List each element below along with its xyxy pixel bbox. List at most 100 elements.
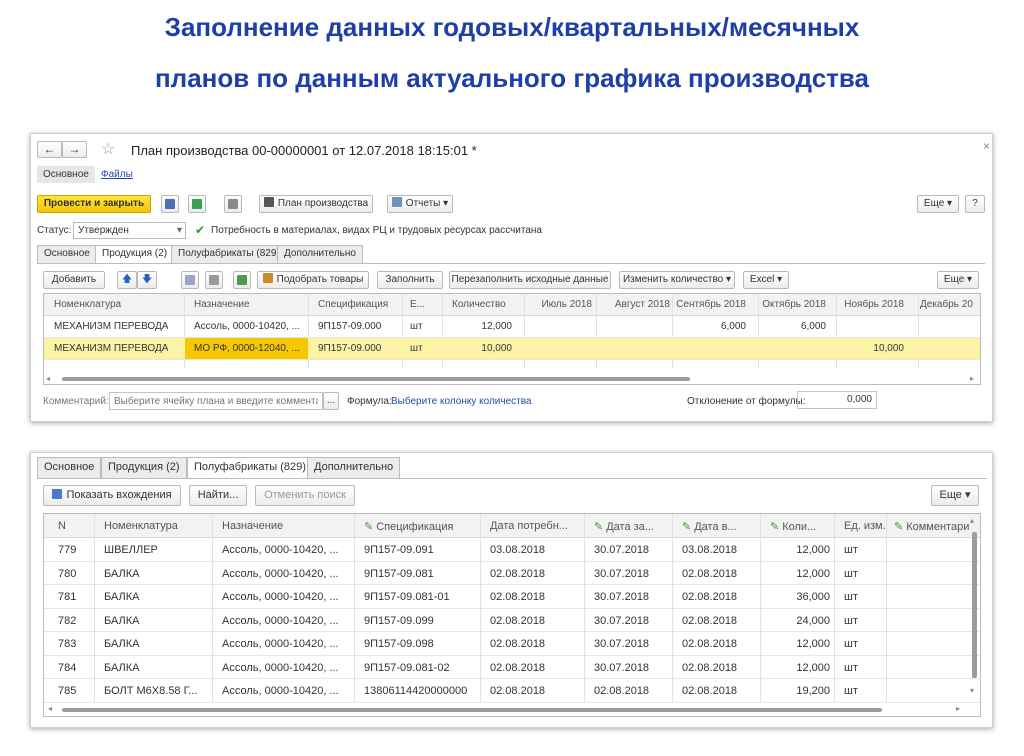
status-select[interactable]: Утвержден ▾ <box>73 222 186 239</box>
cell-release-date: 02.08.2018 <box>682 614 738 627</box>
tab-main-top[interactable]: Основное <box>37 166 95 183</box>
fill-button[interactable]: Заполнить <box>377 271 443 289</box>
favorite-star-icon[interactable]: ☆ <box>101 139 115 159</box>
formula-link[interactable]: Выберите колонку количества <box>391 396 531 407</box>
table-fill-icon[interactable] <box>233 271 251 289</box>
post-document-icon[interactable] <box>188 195 206 213</box>
pencil-icon: ✎ <box>894 521 904 533</box>
forward-button[interactable]: → <box>62 141 87 158</box>
scroll-left-arrow-icon[interactable]: ◂ <box>46 374 50 383</box>
reports-button[interactable]: Отчеты ▾ <box>387 195 453 213</box>
excel-button[interactable]: Excel ▾ <box>743 271 789 289</box>
vertical-scrollbar[interactable] <box>972 532 977 678</box>
deviation-field[interactable]: 0,000 <box>797 391 877 409</box>
save-icon[interactable] <box>161 195 179 213</box>
table-row[interactable]: 785 БОЛТ М6Х8.58 Г... Ассоль, 0000-10420, … <box>44 679 980 703</box>
scroll-up-arrow-icon[interactable]: ▴ <box>970 516 974 525</box>
grid-more-button[interactable]: Еще ▾ <box>937 271 979 289</box>
col-sep-2018[interactable]: Сентябрь 2018 <box>674 299 746 310</box>
change-quantity-button[interactable]: Изменить количество ▾ <box>619 271 735 289</box>
horizontal-scrollbar[interactable] <box>62 708 882 712</box>
tab-products[interactable]: Продукция (2) <box>101 457 187 478</box>
print-plan-button[interactable]: План производства <box>259 195 373 213</box>
col-unit[interactable]: Ед. изм. <box>844 520 886 532</box>
move-up-icon[interactable]: 🡅 <box>117 271 137 289</box>
col-oct-2018[interactable]: Октябрь 2018 <box>754 299 826 310</box>
col-quantity[interactable]: ✎ Коли... <box>770 520 816 533</box>
table-row[interactable]: МЕХАНИЗМ ПЕРЕВОДА Ассоль, 0000-10420, ..… <box>44 316 980 338</box>
col-purpose[interactable]: Назначение <box>222 520 283 532</box>
col-quantity-label: Коли... <box>782 521 817 533</box>
scroll-right-arrow-icon[interactable]: ▸ <box>970 374 974 383</box>
tab-products[interactable]: Продукция (2) <box>95 245 175 264</box>
add-button[interactable]: Добавить <box>43 271 105 289</box>
cancel-search-button[interactable]: Отменить поиск <box>255 485 355 506</box>
tab-additional[interactable]: Дополнительно <box>277 245 363 263</box>
tab-main[interactable]: Основное <box>37 457 102 478</box>
col-specification[interactable]: Спецификация <box>318 299 388 310</box>
col-nov-2018[interactable]: Ноябрь 2018 <box>832 299 904 310</box>
cell-specification: 9П157-09.081 <box>364 567 434 580</box>
col-specification[interactable]: ✎ Спецификация <box>364 520 453 533</box>
col-unit[interactable]: Е... <box>410 299 425 310</box>
col-number[interactable]: N <box>58 520 66 532</box>
document-list-icon[interactable] <box>224 195 242 213</box>
scroll-right-arrow-icon[interactable]: ▸ <box>956 704 960 713</box>
help-button[interactable]: ? <box>965 195 985 213</box>
more-button[interactable]: Еще ▾ <box>917 195 959 213</box>
cell-unit: шт <box>844 544 858 556</box>
table-row[interactable]: 782 БАЛКА Ассоль, 0000-10420, ... 9П157-09.… <box>44 609 980 632</box>
cell-number: 781 <box>58 591 77 603</box>
col-launch-date-label: Дата за... <box>606 521 654 533</box>
move-down-icon[interactable]: 🡇 <box>137 271 157 289</box>
table-row-selected[interactable]: МЕХАНИЗМ ПЕРЕВОДА МО РФ, 0000-12040, ...… <box>44 338 980 360</box>
table-row[interactable]: 784 БАЛКА Ассоль, 0000-10420, ... 9П157-09.… <box>44 656 980 679</box>
tab-additional[interactable]: Дополнительно <box>307 457 401 478</box>
tab-divider <box>37 478 987 479</box>
cell-release-date: 02.08.2018 <box>682 638 738 650</box>
col-purpose[interactable]: Назначение <box>194 299 250 310</box>
col-need-date[interactable]: Дата потребн... <box>490 520 568 532</box>
table-row[interactable]: 780 БАЛКА Ассоль, 0000-10420, ... 9П157-09.… <box>44 562 980 585</box>
more-button[interactable]: Еще ▾ <box>931 485 979 506</box>
tab-files[interactable]: Файлы <box>101 169 133 180</box>
copy-icon[interactable] <box>181 271 199 289</box>
col-aug-2018[interactable]: Август 2018 <box>596 299 670 310</box>
cell-oct-2018: 6,000 <box>800 321 826 332</box>
col-quantity[interactable]: Количество <box>452 299 506 310</box>
cell-nomenclature: БАЛКА <box>104 614 140 627</box>
close-icon[interactable]: × <box>983 139 990 153</box>
find-button[interactable]: Найти... <box>189 485 247 506</box>
col-release-date[interactable]: ✎ Дата в... <box>682 520 737 533</box>
col-dec-2018[interactable]: Декабрь 20 <box>920 299 973 310</box>
comment-select-button[interactable]: ... <box>323 392 339 410</box>
col-launch-date[interactable]: ✎ Дата за... <box>594 520 654 533</box>
col-nomenclature[interactable]: Номенклатура <box>54 299 121 310</box>
pick-products-button[interactable]: Подобрать товары <box>257 271 369 289</box>
post-and-close-button[interactable]: Провести и закрыть <box>37 195 151 213</box>
cell-release-date: 02.08.2018 <box>682 661 738 674</box>
table-row[interactable]: 781 БАЛКА Ассоль, 0000-10420, ... 9П157-09.… <box>44 585 980 609</box>
table-row[interactable]: 783 БАЛКА Ассоль, 0000-10420, ... 9П157-09.… <box>44 632 980 656</box>
tab-main[interactable]: Основное <box>37 245 97 263</box>
refill-source-button[interactable]: Перезаполнить исходные данные <box>449 271 611 289</box>
cell-specification: 9П157-09.099 <box>364 614 434 627</box>
delete-icon[interactable] <box>205 271 223 289</box>
table-row[interactable]: 779 ШВЕЛЛЕР Ассоль, 0000-10420, ... 9П157-0… <box>44 538 980 562</box>
tab-semi-finished[interactable]: Полуфабрикаты (829) <box>171 245 287 263</box>
tab-semi-finished[interactable]: Полуфабрикаты (829) <box>187 457 313 479</box>
scroll-left-arrow-icon[interactable]: ◂ <box>48 704 52 713</box>
show-entries-button[interactable]: Показать вхождения <box>43 485 181 506</box>
cell-release-date: 02.08.2018 <box>682 685 738 697</box>
back-button[interactable]: ← <box>37 141 62 158</box>
col-jul-2018[interactable]: Июль 2018 <box>522 299 592 310</box>
comment-input[interactable] <box>109 392 323 410</box>
col-comment[interactable]: ✎ Комментари <box>894 520 974 533</box>
cell-specification: 13806114420000000 <box>364 685 468 697</box>
horizontal-scrollbar[interactable] <box>62 377 690 381</box>
cell-need-date: 02.08.2018 <box>490 685 546 697</box>
col-nomenclature[interactable]: Номенклатура <box>104 520 178 532</box>
cell-purpose: Ассоль, 0000-10420, ... <box>222 591 339 603</box>
scroll-down-arrow-icon[interactable]: ▾ <box>970 686 974 695</box>
production-plan-window: ← → ☆ План производства 00-00000001 от 1… <box>30 133 993 422</box>
